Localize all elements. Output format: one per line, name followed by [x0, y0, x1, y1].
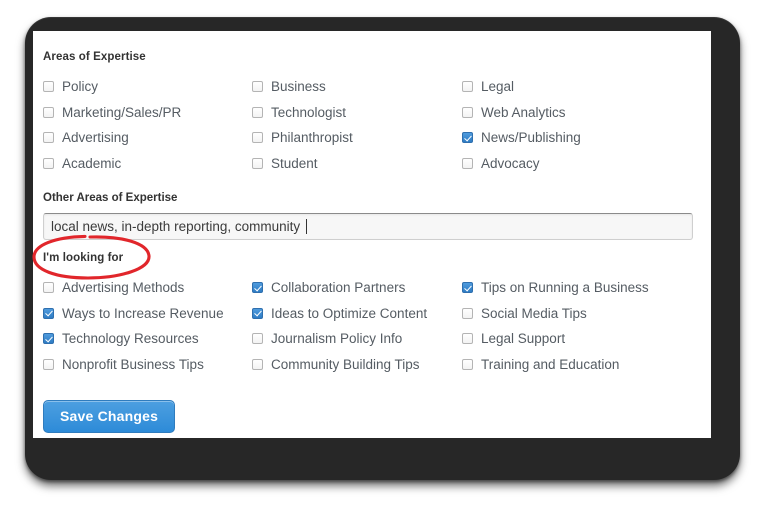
checkbox-label: Journalism Policy Info: [271, 331, 403, 346]
checkbox-philanthropist[interactable]: Philanthropist: [252, 131, 353, 145]
looking-for-grid: Advertising Methods Collaboration Partne…: [43, 281, 703, 383]
checkbox-box[interactable]: [43, 106, 54, 118]
checkbox-label: Business: [271, 79, 326, 94]
checkbox-business[interactable]: Business: [252, 80, 326, 94]
areas-of-expertise-heading: Areas of Expertise: [43, 51, 146, 63]
checkbox-box[interactable]: [252, 106, 263, 118]
checkbox-label: Community Building Tips: [271, 356, 420, 372]
checkbox-label: Marketing/Sales/PR: [62, 104, 182, 120]
looking-for-heading: I'm looking for: [43, 252, 124, 264]
checkbox-label: Student: [271, 155, 318, 171]
checkbox-technology-resources[interactable]: Technology Resources: [43, 332, 199, 346]
checkbox-technologist[interactable]: Technologist: [252, 104, 347, 120]
checkbox-box[interactable]: [252, 333, 263, 345]
checkbox-box[interactable]: [462, 81, 473, 93]
checkbox-box[interactable]: [43, 132, 54, 144]
checkbox-label: Web Analytics: [481, 104, 566, 120]
checkbox-label: Philanthropist: [271, 130, 353, 145]
checkbox-row: Ways to Increase Revenue Ideas to Optimi…: [43, 305, 703, 333]
checkbox-web-analytics[interactable]: Web Analytics: [462, 104, 566, 120]
checkbox-box[interactable]: [43, 333, 54, 345]
checkbox-legal[interactable]: Legal: [462, 80, 514, 94]
checkbox-box[interactable]: [252, 307, 263, 319]
checkbox-policy[interactable]: Policy: [43, 80, 98, 94]
checkbox-tips-on-running-a-business[interactable]: Tips on Running a Business: [462, 281, 649, 295]
checkbox-community-building-tips[interactable]: Community Building Tips: [252, 356, 420, 372]
checkbox-box[interactable]: [43, 358, 54, 370]
checkbox-academic[interactable]: Academic: [43, 155, 122, 171]
checkbox-journalism-policy-info[interactable]: Journalism Policy Info: [252, 332, 402, 346]
checkbox-box[interactable]: [252, 81, 263, 93]
form-panel: Areas of Expertise Policy Business Legal: [33, 31, 711, 438]
checkbox-label: Legal: [481, 79, 515, 94]
checkbox-box[interactable]: [43, 157, 54, 169]
checkbox-label: Policy: [62, 79, 99, 94]
checkbox-label: Social Media Tips: [481, 305, 587, 321]
checkbox-row: Technology Resources Journalism Policy I…: [43, 332, 703, 358]
checkbox-row: Academic Student Advocacy: [43, 155, 703, 183]
checkbox-box[interactable]: [43, 307, 54, 319]
checkbox-box[interactable]: [43, 81, 54, 93]
checkbox-advocacy[interactable]: Advocacy: [462, 155, 540, 171]
checkbox-legal-support[interactable]: Legal Support: [462, 332, 565, 346]
checkbox-label: Collaboration Partners: [271, 280, 406, 295]
checkbox-row: Advertising Philanthropist News/Publishi…: [43, 131, 703, 157]
checkbox-box[interactable]: [462, 307, 473, 319]
checkbox-row: Policy Business Legal: [43, 80, 703, 106]
areas-of-expertise-grid: Policy Business Legal Marketing/Sales/PR: [43, 80, 703, 182]
checkbox-student[interactable]: Student: [252, 155, 318, 171]
checkbox-label: News/Publishing: [481, 130, 581, 145]
checkbox-row: Advertising Methods Collaboration Partne…: [43, 281, 703, 307]
checkbox-label: Nonprofit Business Tips: [62, 356, 204, 372]
checkbox-social-media-tips[interactable]: Social Media Tips: [462, 305, 587, 321]
checkbox-news-publishing[interactable]: News/Publishing: [462, 131, 581, 145]
other-areas-of-expertise-input[interactable]: local news, in-depth reporting, communit…: [43, 213, 693, 240]
checkbox-advertising[interactable]: Advertising: [43, 131, 129, 145]
checkbox-box[interactable]: [462, 132, 473, 144]
checkbox-box[interactable]: [462, 106, 473, 118]
checkbox-label: Advertising: [62, 130, 129, 145]
save-changes-button[interactable]: Save Changes: [43, 400, 176, 433]
checkbox-box[interactable]: [462, 157, 473, 169]
checkbox-ideas-to-optimize-content[interactable]: Ideas to Optimize Content: [252, 305, 428, 321]
checkbox-training-and-education[interactable]: Training and Education: [462, 356, 620, 372]
checkbox-label: Training and Education: [481, 356, 620, 372]
text-cursor: [305, 219, 307, 234]
checkbox-box[interactable]: [252, 157, 263, 169]
checkbox-marketing-sales-pr[interactable]: Marketing/Sales/PR: [43, 104, 182, 120]
screenshot-root: Areas of Expertise Policy Business Legal: [0, 0, 775, 506]
checkbox-nonprofit-business-tips[interactable]: Nonprofit Business Tips: [43, 356, 204, 372]
checkbox-box[interactable]: [252, 282, 263, 294]
checkbox-box[interactable]: [43, 282, 54, 294]
checkbox-box[interactable]: [462, 333, 473, 345]
checkbox-label: Advocacy: [481, 155, 540, 171]
checkbox-box[interactable]: [252, 132, 263, 144]
other-areas-of-expertise-label: Other Areas of Expertise: [43, 192, 178, 204]
checkbox-label: Academic: [62, 155, 122, 171]
checkbox-ways-to-increase-revenue[interactable]: Ways to Increase Revenue: [43, 305, 224, 321]
checkbox-label: Technology Resources: [62, 331, 199, 346]
checkbox-label: Legal Support: [481, 331, 566, 346]
checkbox-collaboration-partners[interactable]: Collaboration Partners: [252, 281, 405, 295]
checkbox-box[interactable]: [252, 358, 263, 370]
checkbox-box[interactable]: [462, 358, 473, 370]
checkbox-label: Ideas to Optimize Content: [271, 305, 428, 321]
checkbox-row: Marketing/Sales/PR Technologist Web Anal…: [43, 104, 703, 132]
checkbox-row: Nonprofit Business Tips Community Buildi…: [43, 356, 703, 384]
other-areas-of-expertise-value: local news, in-depth reporting, communit…: [51, 219, 304, 234]
checkbox-box[interactable]: [462, 282, 473, 294]
checkbox-advertising-methods[interactable]: Advertising Methods: [43, 281, 184, 295]
checkbox-label: Advertising Methods: [62, 280, 185, 295]
checkbox-label: Tips on Running a Business: [481, 280, 649, 295]
checkbox-label: Ways to Increase Revenue: [62, 305, 224, 321]
checkbox-label: Technologist: [271, 104, 347, 120]
